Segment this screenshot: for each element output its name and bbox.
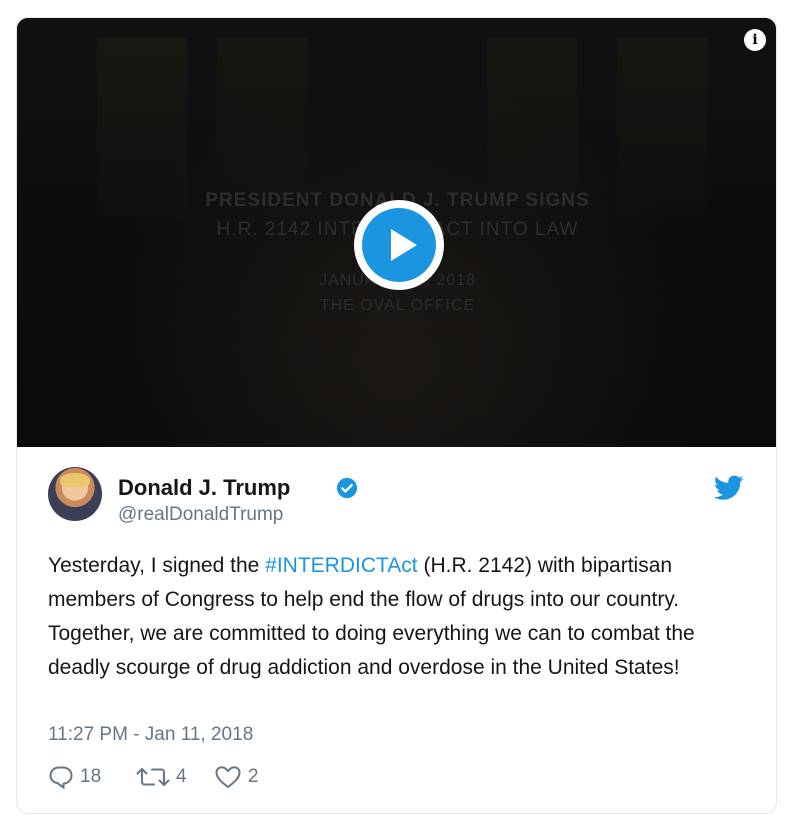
- like-button[interactable]: 2: [214, 765, 259, 789]
- play-icon: [362, 208, 436, 282]
- twitter-bird-icon[interactable]: [714, 475, 744, 501]
- author-handle[interactable]: @realDonaldTrump: [118, 504, 283, 526]
- heart-icon: [215, 766, 241, 789]
- avatar[interactable]: [48, 467, 102, 521]
- retweet-count: 4: [176, 766, 187, 787]
- reply-button[interactable]: 18: [48, 765, 101, 789]
- tweet-text-part: Yesterday, I signed the: [48, 554, 266, 577]
- like-count: 2: [248, 766, 259, 787]
- verified-badge-icon: [336, 477, 358, 499]
- author-name[interactable]: Donald J. Trump: [118, 475, 290, 501]
- retweet-button[interactable]: 4: [136, 765, 187, 789]
- video-player[interactable]: PRESIDENT DONALD J. TRUMP SIGNS H.R. 214…: [17, 18, 776, 447]
- retweet-icon: [136, 768, 170, 786]
- tweet-timestamp[interactable]: 11:27 PM - Jan 11, 2018: [48, 724, 253, 746]
- tweet-text: Yesterday, I signed the #INTERDICTAct (H…: [48, 549, 748, 685]
- reply-icon: [49, 766, 73, 789]
- tweet-header: Donald J. Trump @realDonaldTrump: [48, 467, 748, 527]
- play-button[interactable]: [354, 200, 444, 290]
- video-overlay-location: THE OVAL OFFICE: [319, 297, 476, 314]
- hashtag-link[interactable]: #INTERDICTAct: [265, 554, 417, 577]
- tweet-card: PRESIDENT DONALD J. TRUMP SIGNS H.R. 214…: [16, 17, 777, 814]
- reply-count: 18: [80, 766, 102, 787]
- info-icon[interactable]: i: [744, 29, 766, 51]
